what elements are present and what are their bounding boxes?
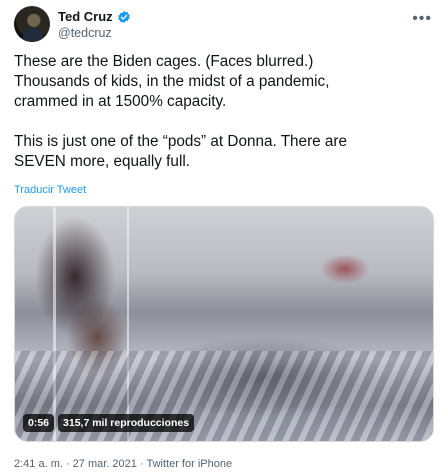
- avatar[interactable]: [14, 6, 50, 42]
- verified-badge-icon: [117, 10, 130, 23]
- tweet-text-line: crammed in at 1500% capacity.: [14, 93, 227, 110]
- more-options-icon[interactable]: •••: [412, 10, 432, 28]
- tweet-text-line: These are the Biden cages. (Faces blurre…: [14, 53, 314, 70]
- tweet-text-line: This is just one of the “pods” at Donna.…: [14, 133, 348, 150]
- tweet-text-line: Thousands of kids, in the midst of a pan…: [14, 73, 330, 90]
- video-player[interactable]: 0:56 315,7 mil reproducciones: [14, 206, 434, 442]
- tweet-timestamp[interactable]: 2:41 a. m. · 27 mar. 2021 · Twitter for …: [14, 458, 232, 470]
- tweet-text: These are the Biden cages. (Faces blurre…: [14, 52, 434, 172]
- author-name-row[interactable]: Ted Cruz: [58, 9, 131, 24]
- translate-tweet-link[interactable]: Traducir Tweet: [14, 184, 86, 196]
- video-info-badges: 0:56 315,7 mil reproducciones: [23, 414, 195, 432]
- video-duration: 0:56: [23, 414, 55, 432]
- author-handle[interactable]: @tedcruz: [58, 26, 112, 40]
- author-name[interactable]: Ted Cruz: [58, 9, 113, 24]
- video-view-count: 315,7 mil reproducciones: [58, 414, 195, 432]
- tweet-header: Ted Cruz @tedcruz •••: [14, 6, 434, 42]
- tweet-text-line: SEVEN more, equally full.: [14, 153, 190, 170]
